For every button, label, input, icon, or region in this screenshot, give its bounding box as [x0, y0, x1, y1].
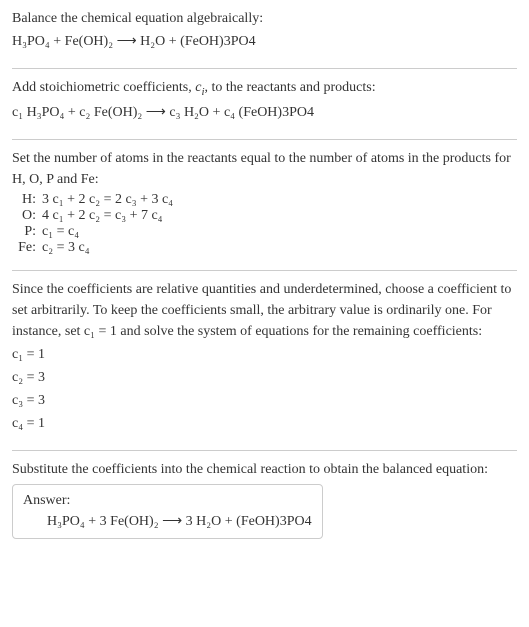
coeff-equation: c₁ H₃PO₄ + c₂ Fe(OH)₂ ⟶ c₃ H₂O + c₄ (FeO…: [12, 102, 517, 123]
divider: [12, 450, 517, 451]
atom-label: O:: [12, 208, 42, 224]
atom-label: Fe:: [12, 240, 42, 256]
divider: [12, 139, 517, 140]
atom-label: P:: [12, 224, 42, 240]
coeff-title-b: , to the reactants and products:: [205, 80, 376, 95]
intro-equation: H₃PO₄ + Fe(OH)₂ ⟶ H₂O + (FeOH)3PO4: [12, 31, 517, 52]
solve-c2: c₂ = 3: [12, 367, 517, 388]
answer-label: Answer:: [23, 493, 312, 509]
atom-label: H:: [12, 192, 42, 208]
solve-text: Since the coefficients are relative quan…: [12, 279, 517, 342]
table-row: Fe: c₂ = 3 c₄: [12, 240, 173, 256]
answer-title: Substitute the coefficients into the che…: [12, 459, 517, 480]
intro-title: Balance the chemical equation algebraica…: [12, 8, 517, 29]
divider: [12, 270, 517, 271]
atoms-table: H: 3 c₁ + 2 c₂ = 2 c₃ + 3 c₄ O: 4 c₁ + 2…: [12, 192, 173, 256]
atom-eq: c₁ = c₄: [42, 224, 173, 240]
atom-eq: 3 c₁ + 2 c₂ = 2 c₃ + 3 c₄: [42, 192, 173, 208]
solve-c3: c₃ = 3: [12, 390, 517, 411]
table-row: H: 3 c₁ + 2 c₂ = 2 c₃ + 3 c₄: [12, 192, 173, 208]
section-coefficients: Add stoichiometric coefficients, ci, to …: [12, 77, 517, 131]
section-solve: Since the coefficients are relative quan…: [12, 279, 517, 442]
divider: [12, 68, 517, 69]
table-row: O: 4 c₁ + 2 c₂ = c₃ + 7 c₄: [12, 208, 173, 224]
coeff-title-a: Add stoichiometric coefficients,: [12, 80, 195, 95]
coeff-title: Add stoichiometric coefficients, ci, to …: [12, 77, 517, 100]
section-answer: Substitute the coefficients into the che…: [12, 459, 517, 545]
answer-equation: H₃PO₄ + 3 Fe(OH)₂ ⟶ 3 H₂O + (FeOH)3PO4: [23, 513, 312, 530]
answer-box: Answer: H₃PO₄ + 3 Fe(OH)₂ ⟶ 3 H₂O + (FeO…: [12, 484, 323, 539]
atom-eq: c₂ = 3 c₄: [42, 240, 173, 256]
section-atoms: Set the number of atoms in the reactants…: [12, 148, 517, 262]
solve-c1: c₁ = 1: [12, 344, 517, 365]
solve-results: c₁ = 1 c₂ = 3 c₃ = 3 c₄ = 1: [12, 344, 517, 434]
atom-eq: 4 c₁ + 2 c₂ = c₃ + 7 c₄: [42, 208, 173, 224]
solve-c4: c₄ = 1: [12, 413, 517, 434]
atoms-title: Set the number of atoms in the reactants…: [12, 148, 517, 190]
table-row: P: c₁ = c₄: [12, 224, 173, 240]
section-intro: Balance the chemical equation algebraica…: [12, 8, 517, 60]
